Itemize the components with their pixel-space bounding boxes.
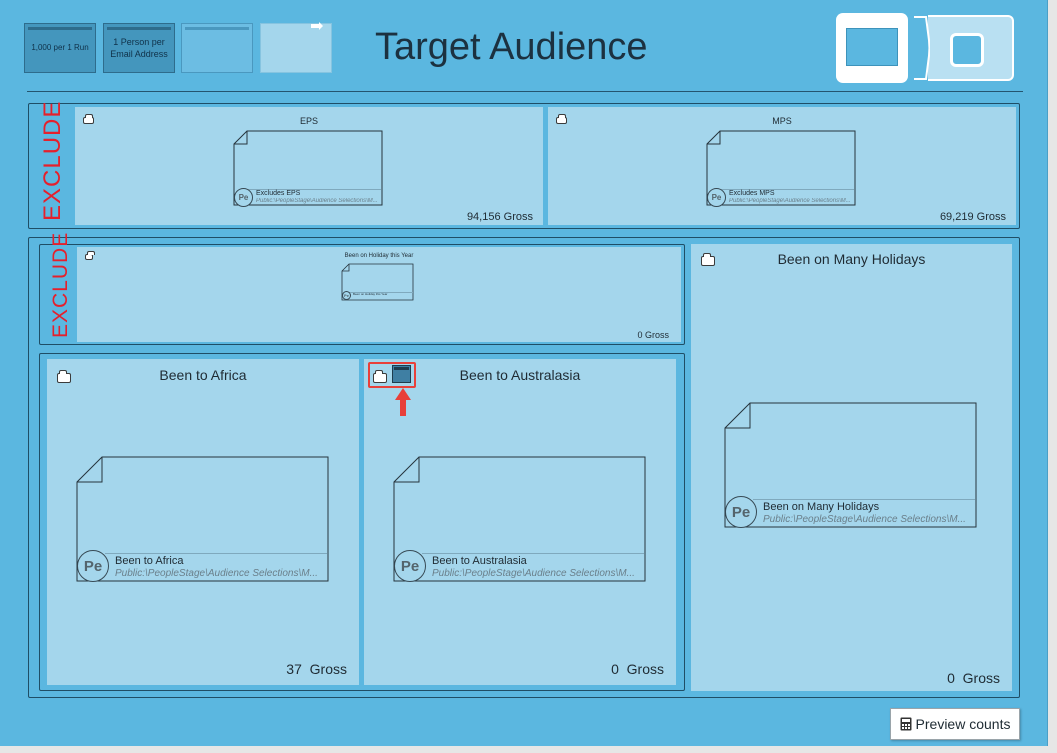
exclude-panel-mps[interactable]: MPS Pe Excludes MPS Public:\PeopleStage\… bbox=[548, 107, 1016, 225]
selection-document[interactable]: Pe Been to Africa Public:\PeopleStage\Au… bbox=[76, 456, 329, 582]
panel-title: Been on Holiday this Year bbox=[344, 253, 414, 259]
preview-counts-label: Preview counts bbox=[915, 716, 1011, 732]
cap-rule-label: 1,000 per 1 Run bbox=[31, 43, 89, 52]
document-path: Public:\PeopleStage\Audience Selections\… bbox=[256, 198, 378, 204]
panel-title: Been to Africa bbox=[159, 367, 247, 383]
selection-document[interactable]: Pe Excludes MPS Public:\PeopleStage\Audi… bbox=[706, 130, 856, 207]
inner-exclude-group: EXCLUDE Been on Holiday this Year Pe Bee… bbox=[39, 232, 685, 345]
calculator-icon bbox=[900, 717, 912, 731]
cap-rule-button[interactable]: 1,000 per 1 Run bbox=[24, 23, 96, 73]
document-path: Public:\PeopleStage\Audience Selections\… bbox=[115, 568, 318, 579]
document-name: Been to Australasia bbox=[432, 555, 527, 567]
view-mode-large-button[interactable] bbox=[836, 13, 908, 83]
drop-corner-icon bbox=[311, 22, 323, 30]
pe-badge: Pe bbox=[342, 291, 351, 300]
audience-canvas: 1,000 per 1 Run 1 Person per Email Addre… bbox=[0, 0, 1048, 746]
pe-badge: Pe bbox=[725, 496, 757, 528]
dedupe-rule-label: 1 Person per Email Address bbox=[110, 37, 168, 59]
pe-badge: Pe bbox=[394, 550, 426, 582]
large-view-icon bbox=[846, 28, 898, 66]
document-path: Public:\PeopleStage\Audience Selections\… bbox=[432, 568, 635, 579]
document-name: Excludes EPS bbox=[256, 190, 301, 197]
gross-count: 0 Gross bbox=[611, 661, 664, 677]
exclude-panel-eps[interactable]: EPS Pe Excludes EPS Public:\PeopleStage\… bbox=[75, 107, 543, 225]
gross-count: 94,156 Gross bbox=[466, 211, 533, 223]
pe-badge: Pe bbox=[234, 188, 253, 207]
top-exclude-group: EXCLUDE EPS Pe Excludes EPS Public:\Peop… bbox=[28, 100, 1020, 229]
page-title: Target Audience bbox=[375, 26, 648, 68]
document-name: Been on Holiday this Year bbox=[353, 292, 388, 296]
split-group: Been to Africa Pe Been to Africa Public:… bbox=[39, 353, 685, 691]
selection-document[interactable]: Pe Been to Australasia Public:\PeopleSta… bbox=[393, 456, 646, 582]
exclude-panel-holiday-this-year[interactable]: Been on Holiday this Year Pe Been on Hol… bbox=[77, 247, 681, 342]
preview-counts-button[interactable]: Preview counts bbox=[890, 708, 1020, 740]
dedupe-rule-button[interactable]: 1 Person per Email Address bbox=[103, 23, 175, 73]
selection-document[interactable]: Pe Been on Many Holidays Public:\PeopleS… bbox=[724, 402, 977, 528]
small-view-icon bbox=[950, 33, 984, 67]
main-selection-group: EXCLUDE Been on Holiday this Year Pe Bee… bbox=[28, 232, 1020, 698]
highlight-box bbox=[368, 362, 416, 388]
panel-been-on-many-holidays[interactable]: Been on Many Holidays Pe Been on Many Ho… bbox=[691, 244, 1012, 691]
pe-badge: Pe bbox=[77, 550, 109, 582]
header-divider bbox=[27, 91, 1023, 92]
document-name: Been on Many Holidays bbox=[763, 501, 880, 513]
exclude-label: EXCLUDE bbox=[49, 231, 72, 338]
panel-title: MPS bbox=[772, 116, 792, 126]
empty-rule-button[interactable] bbox=[181, 23, 253, 73]
view-mode-small-button[interactable] bbox=[914, 15, 1014, 81]
panel-been-to-africa[interactable]: Been to Africa Pe Been to Africa Public:… bbox=[47, 359, 359, 685]
document-name: Excludes MPS bbox=[729, 190, 775, 197]
pe-badge: Pe bbox=[707, 188, 726, 207]
arrow-up-icon bbox=[395, 388, 411, 416]
document-path: Public:\PeopleStage\Audience Selections\… bbox=[729, 198, 851, 204]
gross-count: 37 Gross bbox=[286, 661, 347, 677]
document-name: Been to Africa bbox=[115, 555, 184, 567]
panel-title: EPS bbox=[299, 116, 318, 126]
add-rule-drop-target[interactable] bbox=[260, 22, 332, 73]
gross-count: 0 Gross bbox=[947, 670, 1000, 686]
gross-count: 69,219 Gross bbox=[939, 211, 1006, 223]
document-path: Public:\PeopleStage\Audience Selections\… bbox=[763, 514, 966, 525]
panel-title: Been on Many Holidays bbox=[777, 251, 926, 267]
chevron-right-icon bbox=[914, 16, 930, 80]
gross-count: 0 Gross bbox=[637, 330, 669, 340]
exclude-label: EXCLUDE bbox=[39, 100, 66, 221]
selection-document[interactable]: Pe Been on Holiday this Year bbox=[341, 263, 414, 301]
selection-document[interactable]: Pe Excludes EPS Public:\PeopleStage\Audi… bbox=[233, 130, 383, 207]
